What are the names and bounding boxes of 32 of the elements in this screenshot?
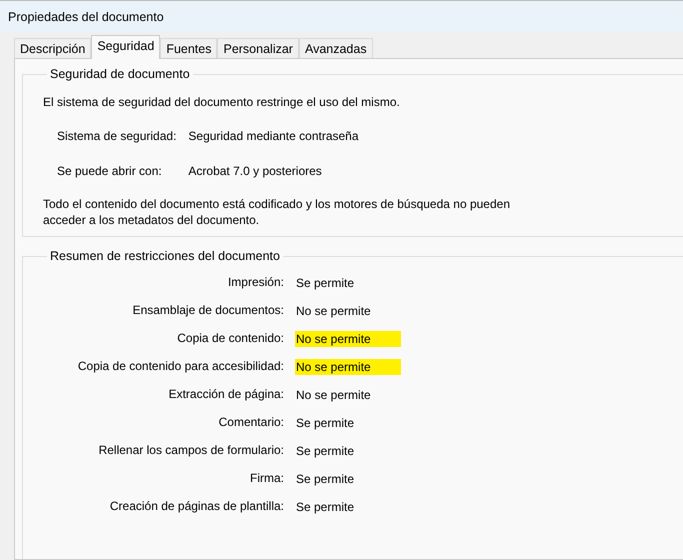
tab[interactable]: Descripción (14, 38, 92, 58)
field-label: Se puede abrir con: (57, 164, 163, 178)
restriction-value: Se permite (295, 275, 356, 291)
restriction-label: Extracción de página: (168, 387, 284, 403)
restriction-label: Copia de contenido para accesibilidad: (76, 359, 284, 375)
restriction-label: Rellenar los campos de formulario: (98, 443, 284, 459)
restriction-label: Impresión: (226, 275, 284, 291)
restriction-value: No se permite (295, 303, 372, 319)
window-title: Propiedades del documento (0, 0, 683, 32)
restriction-value: No se permite (295, 387, 372, 403)
group-title: Resumen de restricciones del documento (49, 249, 281, 263)
restriction-value: Se permite (295, 443, 356, 459)
restriction-value: Se permite (295, 415, 356, 431)
restriction-value: No se permite (295, 359, 401, 375)
tab[interactable]: Seguridad (91, 35, 160, 59)
restriction-value: Se permite (295, 471, 356, 487)
restriction-label: Comentario: (218, 415, 284, 431)
restriction-label: Firma: (249, 471, 284, 487)
intro-text: El sistema de seguridad del documento restringe el uso del mismo. (43, 95, 401, 109)
field-value: Acrobat 7.0 y posteriores (188, 164, 323, 178)
note-text: Todo el contenido del documento está codificado y los motores de búsqueda no pueden acceder a los metadatos del documento. (43, 196, 511, 228)
tab[interactable]: Avanzadas (298, 38, 373, 58)
tab[interactable]: Personalizar (217, 38, 299, 58)
field-label: Sistema de seguridad: (57, 129, 176, 143)
restriction-label: Copia de contenido: (176, 331, 284, 347)
tab[interactable]: Fuentes (160, 38, 218, 58)
restriction-value: No se permite (295, 331, 401, 347)
restriction-label: Creación de páginas de plantilla: (108, 499, 284, 515)
restriction-label: Ensamblaje de documentos: (132, 303, 284, 319)
group-title: Seguridad de documento (49, 67, 191, 81)
field-value: Seguridad mediante contraseña (188, 129, 360, 143)
restriction-value: Se permite (295, 499, 356, 515)
